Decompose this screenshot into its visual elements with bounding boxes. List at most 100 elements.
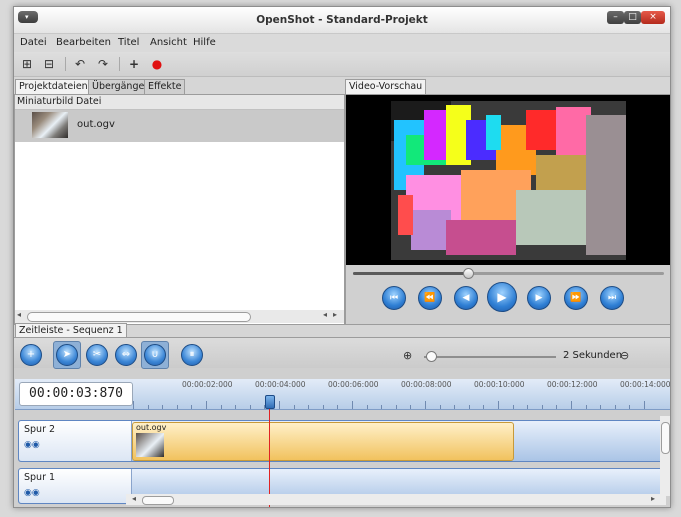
menu-titel[interactable]: Titel (118, 37, 139, 48)
seek-bar-handle[interactable] (463, 268, 475, 279)
video-preview-panel: ⏮ ⏪ ◀ ▶ ▶ ⏩ ⏭ (345, 94, 670, 325)
rewind-fast-button[interactable]: ⏪ (418, 286, 442, 310)
toolbar-separator (65, 57, 66, 71)
track-row-spur-2[interactable]: Spur 2 ◉◉ out.ogv (18, 420, 664, 462)
ruler-tick (235, 405, 237, 409)
tick-label: 00:00:12:000 (547, 380, 598, 389)
ruler-tick (366, 405, 368, 409)
forward-button[interactable]: ▶ (527, 286, 551, 310)
file-name: out.ogv (77, 119, 115, 130)
ruler-tick (206, 401, 207, 409)
ruler-tick (293, 405, 295, 409)
timeline-horizontal-scrollbar[interactable]: ◂ ▸ (126, 494, 666, 505)
column-miniaturbild[interactable]: Miniaturbild (17, 96, 73, 107)
main-toolbar: ⊞ ⊟ ↶ ↷ + ● (14, 52, 670, 77)
forward-fast-button[interactable]: ⏩ (564, 286, 588, 310)
add-track-icon[interactable]: + (126, 56, 142, 72)
add-track-button[interactable]: + (20, 344, 42, 366)
zoom-in-icon[interactable]: ⊕ (403, 349, 412, 362)
scroll-right-icon[interactable]: ▸ (333, 310, 337, 319)
project-files-panel: Miniaturbild Datei out.ogv ◂ ◂ ▸ (14, 94, 345, 325)
undo-icon[interactable]: ↶ (72, 56, 88, 72)
add-marker-icon[interactable]: ⏸ (181, 344, 203, 366)
timeline-toolbar: + ➤ ✂ ⇔ ∪ ⏸ ⊕ 2 Sekunden ⊖ (14, 338, 670, 369)
track-visibility-audio-icon[interactable]: ◉◉ (24, 488, 40, 498)
jump-end-button[interactable]: ⏭ (600, 286, 624, 310)
timeline-ruler[interactable]: 00:00:03:870 00:00:02:000 00:00:04:000 0… (15, 379, 670, 410)
select-tool-icon[interactable]: ➤ (56, 344, 78, 366)
tab-video-vorschau[interactable]: Video-Vorschau (345, 79, 427, 94)
ruler-tick (410, 405, 412, 409)
ruler-tick (249, 405, 251, 409)
record-icon[interactable]: ● (149, 56, 165, 72)
clip-thumbnail (136, 433, 164, 457)
import-files-icon[interactable]: ⊞ (19, 56, 35, 72)
ruler-tick (337, 405, 339, 409)
preview-seek-bar[interactable] (353, 268, 664, 279)
tab-uebergaenge[interactable]: Übergänge (88, 79, 149, 94)
tick-label: 00:00:08:000 (401, 380, 452, 389)
ruler-tick (454, 405, 456, 409)
menu-bar: Datei Bearbeiten Titel Ansicht Hilfe (14, 34, 670, 52)
ruler-tick (527, 405, 529, 409)
scroll-left-icon[interactable]: ◂ (17, 310, 21, 319)
ruler-tick (483, 405, 485, 409)
jump-start-button[interactable]: ⏮ (382, 286, 406, 310)
openshot-window: ▾ OpenShot - Standard-Projekt – □ × Date… (13, 6, 671, 508)
timeline-clip[interactable]: out.ogv (132, 422, 514, 461)
scrollbar-thumb[interactable] (661, 422, 670, 454)
zoom-label: 2 Sekunden (563, 350, 623, 361)
file-list-header: Miniaturbild Datei (15, 95, 344, 110)
scrollbar-thumb[interactable] (142, 496, 174, 505)
playhead-handle[interactable] (265, 395, 275, 409)
snap-magnet-icon[interactable]: ∪ (144, 344, 166, 366)
zoom-slider[interactable] (424, 356, 556, 358)
tab-projektdateien[interactable]: Projektdateien (15, 79, 92, 94)
ruler-tick (629, 405, 631, 409)
horizontal-scrollbar[interactable]: ◂ ◂ ▸ (15, 310, 344, 323)
track-visibility-audio-icon[interactable]: ◉◉ (24, 440, 40, 450)
scroll-left-icon[interactable]: ◂ (323, 310, 327, 319)
ruler-tick (512, 405, 514, 409)
resize-tool-icon[interactable]: ⇔ (115, 344, 137, 366)
tick-label: 00:00:02:000 (182, 380, 233, 389)
menu-bearbeiten[interactable]: Bearbeiten (56, 37, 111, 48)
ruler-tick (395, 405, 397, 409)
file-row[interactable]: out.ogv (15, 110, 344, 142)
ruler-tick (308, 405, 310, 409)
import-image-sequence-icon[interactable]: ⊟ (41, 56, 57, 72)
close-button[interactable]: × (641, 11, 665, 24)
play-button[interactable]: ▶ (487, 282, 517, 312)
playhead-line (269, 401, 270, 507)
ruler-tick (147, 405, 149, 409)
tab-zeitleiste[interactable]: Zeitleiste - Sequenz 1 (15, 323, 127, 338)
scrollbar-thumb[interactable] (27, 312, 251, 322)
menu-ansicht[interactable]: Ansicht (150, 37, 187, 48)
tab-effekte[interactable]: Effekte (144, 79, 186, 94)
zoom-slider-handle[interactable] (426, 351, 437, 362)
zoom-out-icon[interactable]: ⊖ (620, 349, 629, 362)
scroll-left-icon[interactable]: ◂ (132, 494, 136, 503)
track-header: Spur 1 ◉◉ (19, 469, 132, 503)
ruler-tick (644, 401, 645, 409)
razor-tool-icon[interactable]: ✂ (86, 344, 108, 366)
maximize-button[interactable]: □ (624, 11, 641, 24)
redo-icon[interactable]: ↷ (95, 56, 111, 72)
ruler-tick (381, 405, 383, 409)
ruler-tick (162, 405, 164, 409)
scroll-right-icon[interactable]: ▸ (651, 494, 655, 503)
tick-label: 00:00:10:000 (474, 380, 525, 389)
ruler-tick (614, 405, 616, 409)
minimize-button[interactable]: – (607, 11, 624, 24)
toolbar-separator (119, 57, 120, 71)
timeline-panel: + ➤ ✂ ⇔ ∪ ⏸ ⊕ 2 Sekunden ⊖ 00:00:03:870 … (14, 337, 670, 507)
column-datei[interactable]: Datei (76, 96, 101, 107)
menu-hilfe[interactable]: Hilfe (193, 37, 216, 48)
ruler-tick (176, 405, 178, 409)
rewind-button[interactable]: ◀ (454, 286, 478, 310)
ruler-tick (600, 405, 602, 409)
ruler-tick (191, 405, 193, 409)
timeline-vertical-scrollbar[interactable] (660, 416, 670, 496)
menu-datei[interactable]: Datei (20, 37, 47, 48)
ruler-tick (585, 405, 587, 409)
